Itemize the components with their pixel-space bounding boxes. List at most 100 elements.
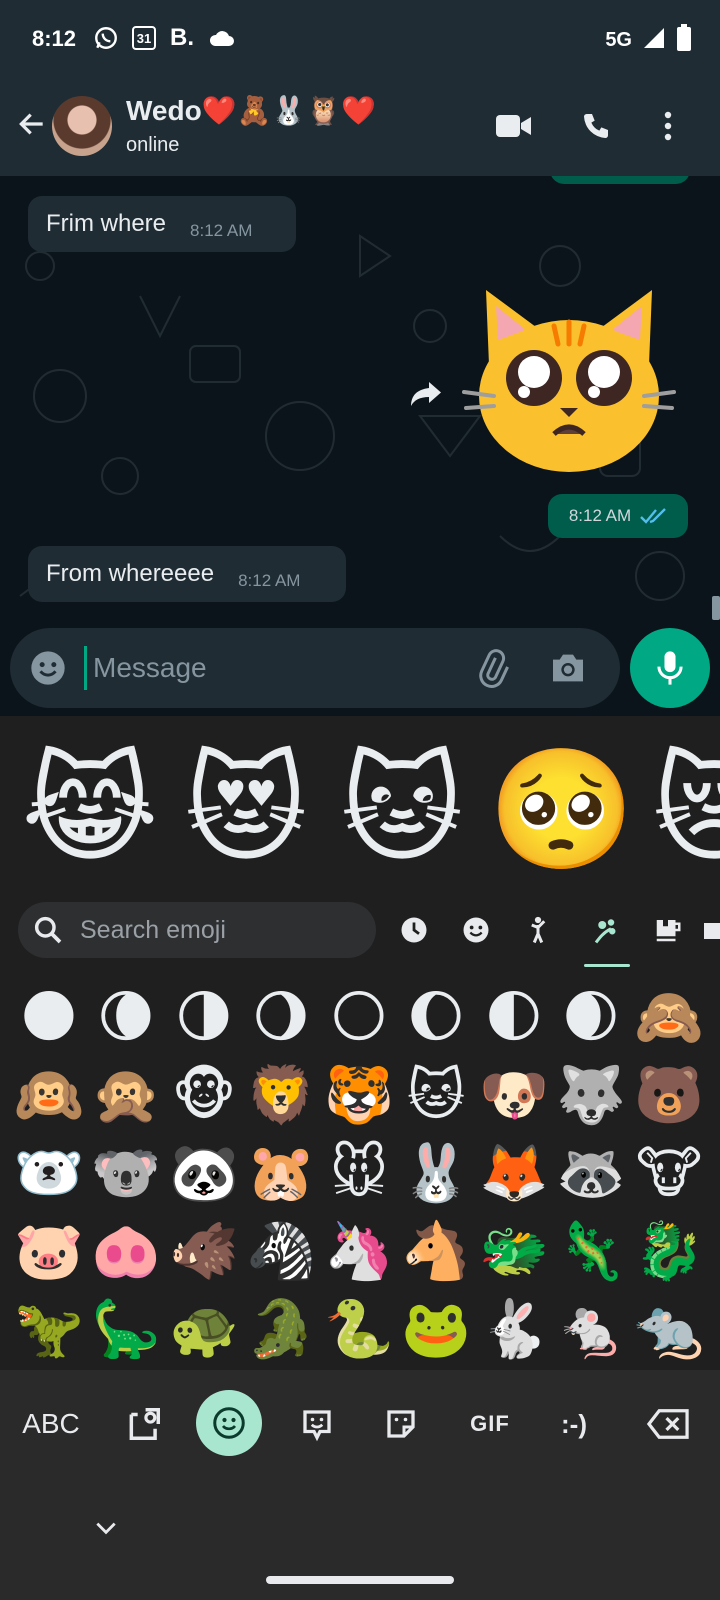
- emoji-search-field[interactable]: Search emoji: [18, 902, 376, 958]
- emoji-cell[interactable]: 🦄: [320, 1212, 398, 1290]
- category-food-drink-tab[interactable]: [646, 906, 690, 954]
- suggested-emoji[interactable]: 😿: [644, 740, 720, 880]
- sticker-pleading-cat[interactable]: [462, 280, 676, 480]
- chat-header: Wedo❤️🧸🐰🦉❤️ online: [0, 80, 720, 176]
- emoji-cell[interactable]: 🦁: [242, 1056, 320, 1134]
- emoji-cell[interactable]: 🦝: [552, 1134, 630, 1212]
- message-text: From whereeee: [46, 560, 215, 587]
- emoji-cell[interactable]: 🐗: [165, 1212, 243, 1290]
- chat-scrollbar[interactable]: [712, 596, 720, 620]
- emoji-cell[interactable]: 🐍: [320, 1290, 398, 1368]
- emoji-cell[interactable]: 🐭: [320, 1134, 398, 1212]
- emoji-cell[interactable]: 🙉: [10, 1056, 88, 1134]
- message-input[interactable]: [84, 646, 464, 690]
- message-time: 8:12 AM: [190, 221, 253, 240]
- sent-sticker-meta: 8:12 AM: [548, 494, 688, 538]
- category-animals-nature-tab[interactable]: [584, 906, 628, 954]
- emoji-cell[interactable]: 🐹: [242, 1134, 320, 1212]
- emoji-cell[interactable]: 🦖: [10, 1290, 88, 1368]
- emoji-tab-button[interactable]: [196, 1390, 262, 1456]
- abc-button[interactable]: ABC: [16, 1394, 86, 1454]
- emoji-cell[interactable]: 🌕: [320, 978, 398, 1056]
- emoji-cell[interactable]: 🌘: [87, 978, 165, 1056]
- message-time: 8:12 AM: [568, 506, 632, 525]
- emoji-cell[interactable]: 🐱: [397, 1056, 475, 1134]
- emoji-cell[interactable]: 🌒: [552, 978, 630, 1056]
- emoji-cell[interactable]: 🐻: [630, 1056, 708, 1134]
- emoji-cell[interactable]: 🙊: [87, 1056, 165, 1134]
- bitmoji-button[interactable]: [292, 1394, 342, 1454]
- hide-keyboard-button[interactable]: [88, 1510, 124, 1546]
- more-options-button[interactable]: [646, 104, 690, 148]
- status-bar: 8:12 31 B. 5G: [0, 0, 720, 80]
- cloud-icon: [208, 24, 236, 52]
- contact-name[interactable]: Wedo❤️🧸🐰🦉❤️: [126, 94, 376, 127]
- emoji-cell[interactable]: 🐰: [397, 1134, 475, 1212]
- category-smileys-tab[interactable]: [454, 906, 498, 954]
- incoming-message-bubble[interactable]: From whereeee 8:12 AM: [28, 546, 346, 602]
- emoji-cell[interactable]: 🙈: [630, 978, 708, 1056]
- emoji-cell[interactable]: 🐼: [165, 1134, 243, 1212]
- emoji-cell[interactable]: 🐯: [320, 1056, 398, 1134]
- emoji-cell[interactable]: 🐸: [397, 1290, 475, 1368]
- avatar[interactable]: [52, 96, 112, 156]
- emoji-cell[interactable]: 🦕: [87, 1290, 165, 1368]
- emoji-cell[interactable]: 🐨: [87, 1134, 165, 1212]
- emoji-cell[interactable]: 🦓: [242, 1212, 320, 1290]
- emoji-cell[interactable]: 🐵: [165, 1056, 243, 1134]
- attach-button[interactable]: [472, 648, 512, 688]
- emoji-cell[interactable]: 🐴: [397, 1212, 475, 1290]
- emoji-toggle-button[interactable]: [28, 648, 68, 688]
- suggested-emoji[interactable]: 😻: [176, 740, 316, 880]
- emoji-cell[interactable]: 🐺: [552, 1056, 630, 1134]
- camera-button[interactable]: [548, 648, 588, 688]
- emoji-cell[interactable]: 🐻‍❄️: [10, 1134, 88, 1212]
- emoji-cell[interactable]: 🐽: [87, 1212, 165, 1290]
- emoji-cell[interactable]: 🌓: [475, 978, 553, 1056]
- emoticon-button[interactable]: :-): [544, 1394, 604, 1454]
- emoji-cell[interactable]: 🐷: [10, 1212, 88, 1290]
- emoji-cell[interactable]: 🌑: [10, 978, 88, 1056]
- emoji-cell[interactable]: 🐶: [475, 1056, 553, 1134]
- status-notification-icons: 31 B.: [92, 24, 236, 52]
- back-button[interactable]: [10, 102, 54, 146]
- incoming-message-bubble[interactable]: Frim where 8:12 AM: [28, 196, 296, 252]
- suggested-emoji[interactable]: 😹: [20, 740, 160, 880]
- video-call-button[interactable]: [492, 104, 536, 148]
- emoji-cell[interactable]: 🌗: [165, 978, 243, 1056]
- backspace-button[interactable]: [640, 1394, 696, 1454]
- category-recent-tab[interactable]: [392, 906, 436, 954]
- flower-icon: [594, 919, 616, 944]
- emoji-cell[interactable]: 🦎: [552, 1212, 630, 1290]
- emoji-cell[interactable]: 🐉: [630, 1212, 708, 1290]
- smiley-icon: [31, 651, 65, 685]
- emoji-cell[interactable]: 🐇: [475, 1290, 553, 1368]
- battery-icon: [676, 24, 692, 57]
- sticker-button[interactable]: [376, 1394, 426, 1454]
- smiley-icon: [463, 917, 489, 943]
- home-indicator[interactable]: [266, 1576, 454, 1584]
- emoji-cell[interactable]: 🌔: [397, 978, 475, 1056]
- forward-button[interactable]: [404, 372, 448, 416]
- paperclip-icon: [479, 649, 509, 688]
- clock-icon: [401, 917, 427, 943]
- clipboard-button[interactable]: [118, 1394, 170, 1454]
- composer: [0, 628, 720, 716]
- emoji-cell[interactable]: 🐀: [630, 1290, 708, 1368]
- suggested-emoji[interactable]: 🥺: [488, 740, 635, 880]
- whatsapp-icon: [92, 24, 120, 52]
- emoji-cell[interactable]: 🐮: [630, 1134, 708, 1212]
- emoji-cell[interactable]: 🐁: [552, 1290, 630, 1368]
- category-objects-tab[interactable]: [700, 906, 720, 954]
- emoji-cell[interactable]: 🦊: [475, 1134, 553, 1212]
- category-people-tab[interactable]: [516, 906, 560, 954]
- emoji-cell[interactable]: 🐲: [475, 1212, 553, 1290]
- emoji-cell[interactable]: 🐢: [165, 1290, 243, 1368]
- voice-call-button[interactable]: [574, 104, 618, 148]
- emoji-cell[interactable]: 🐊: [242, 1290, 320, 1368]
- emoji-keyboard: 😹 😻 🐱 🥺 😿 Search emoji 🌑 🌘 🌗 🌖 🌕 🌔 🌓 🌒 🙈…: [0, 716, 720, 1600]
- voice-message-button[interactable]: [630, 628, 710, 708]
- suggested-emoji[interactable]: 🐱: [332, 740, 472, 880]
- emoji-cell[interactable]: 🌖: [242, 978, 320, 1056]
- gif-button[interactable]: GIF: [460, 1394, 520, 1454]
